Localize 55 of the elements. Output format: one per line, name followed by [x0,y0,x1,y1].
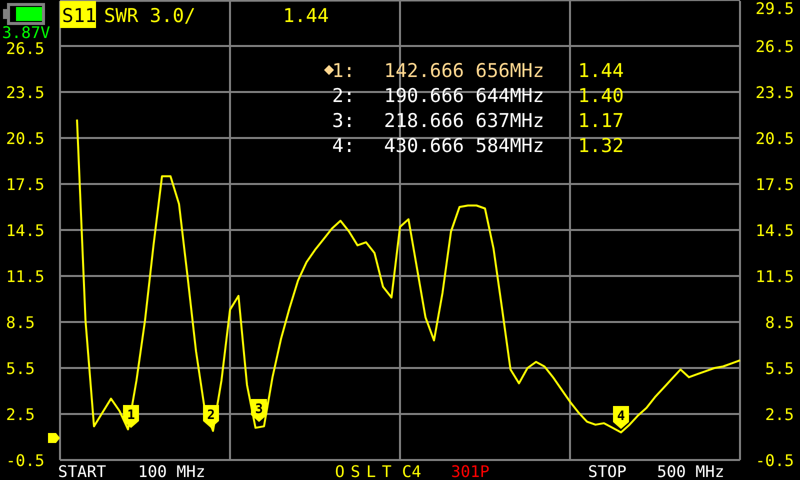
trace-value: 1.44 [283,5,329,27]
y-axis-label: 14.5 [6,221,45,240]
sweep-points: 301P [451,462,490,480]
calibration-status: OSLT [335,462,398,480]
y-axis-label: 11.5 [6,267,45,286]
marker-label: 1: [332,60,355,82]
marker-flag: 4 [613,406,629,429]
marker-label: 3: [332,110,355,132]
channel-label: S11 [60,1,96,28]
y-axis-label: 20.5 [6,129,45,148]
marker-value: 1.44 [578,60,624,82]
marker-frequency: 430.666 584MHz [384,135,544,157]
annotation: 4 [617,409,626,424]
marker-frequency: 142.666 656MHz [384,60,544,82]
marker-label: 2: [332,85,355,107]
marker-frequency: 218.666 637MHz [384,110,544,132]
marker-flag: 3 [251,399,267,422]
reference-level-icon [48,433,60,443]
y-axis-label: 5.5 [765,359,794,378]
y-axis-label: 17.5 [6,175,45,194]
y-axis-label: 20.5 [755,129,794,148]
stop-label: STOP [588,462,627,480]
y-axis-label: 17.5 [755,175,794,194]
y-axis-label: -0.5 [755,451,794,470]
y-axis-label: 14.5 [755,221,794,240]
marker-frequency: 190.666 644MHz [384,85,544,107]
y-axis-label: 23.5 [6,83,45,102]
battery-icon [3,3,45,25]
annotation: 2 [207,408,215,423]
start-label: START [58,462,106,480]
marker-label: 4: [332,135,355,157]
stop-frequency: 500 MHz [657,462,724,480]
y-axis-label: 5.5 [6,359,35,378]
marker-value: 1.17 [578,110,624,132]
calibration-slot: C4 [402,462,422,480]
y-axis-label: 2.5 [765,405,794,424]
trace-format: SWR 3.0/ [104,5,196,27]
y-axis-label: 8.5 [6,313,35,332]
annotation: 3 [255,402,263,417]
y-axis-label: 8.5 [765,313,794,332]
y-axis-label: 26.5 [755,37,794,56]
y-axis-label: 11.5 [755,267,794,286]
marker-flag: 2 [203,405,219,428]
marker-flag: 1 [123,405,139,428]
y-axis-label: 2.5 [6,405,35,424]
marker-value: 1.32 [578,135,624,157]
marker-value: 1.40 [578,85,624,107]
y-axis-label: 26.5 [6,39,45,58]
battery-voltage: 3.87V [2,23,50,42]
y-axis-label: -0.5 [6,451,45,470]
y-axis-label: 23.5 [755,83,794,102]
annotation: 1 [127,408,136,423]
y-axis-label: 29.5 [755,0,794,18]
start-frequency: 100 MHz [138,462,206,480]
diamond-icon [324,65,334,75]
